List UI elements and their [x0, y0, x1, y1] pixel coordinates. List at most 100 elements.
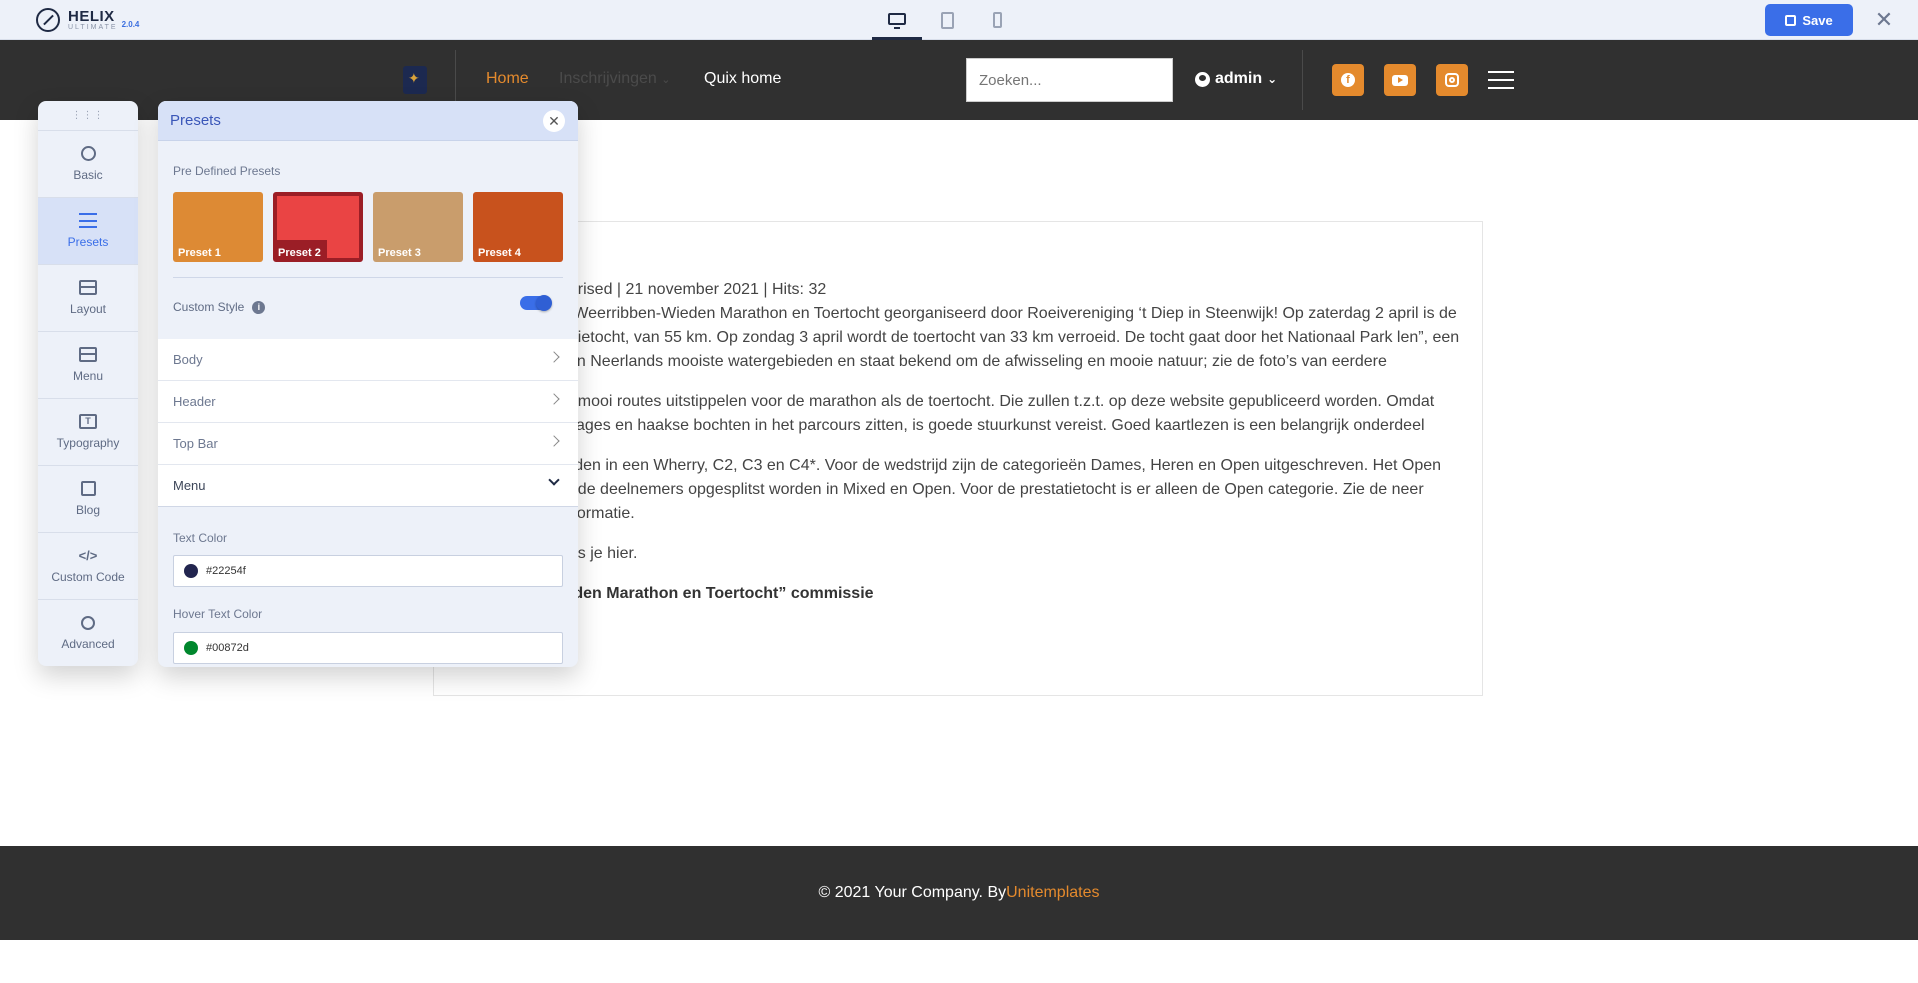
- text-color-field[interactable]: #22254f: [173, 555, 563, 587]
- drag-handle-icon[interactable]: ⋮⋮⋮: [38, 101, 138, 131]
- sidebar-item-advanced[interactable]: Advanced: [38, 600, 138, 666]
- youtube-icon: [1392, 74, 1408, 86]
- accordion-label: Body: [173, 352, 203, 367]
- layout-icon: [79, 280, 97, 295]
- instagram-button[interactable]: [1436, 64, 1468, 96]
- sidebar-item-layout[interactable]: Layout: [38, 265, 138, 332]
- chevron-right-icon: [548, 393, 560, 405]
- save-label: Save: [1802, 12, 1833, 28]
- helix-logo-icon: [36, 8, 60, 32]
- instagram-icon: [1445, 73, 1459, 87]
- preset-1[interactable]: Preset 1: [173, 192, 263, 262]
- preset-label: Preset 4: [478, 247, 521, 259]
- footer-link[interactable]: Unitemplates: [1006, 884, 1099, 902]
- predefined-presets-label: Pre Defined Presets: [173, 164, 281, 178]
- site-footer: © 2021 Your Company. By Unitemplates: [0, 846, 1918, 940]
- helix-subtitle: ULTIMATE: [68, 24, 118, 31]
- article-paragraph: m mooi routes uitstippelen voor de marat…: [560, 393, 1435, 434]
- helix-sidebar: ⋮⋮⋮ Basic Presets Layout Menu T Typograp…: [38, 101, 138, 666]
- accordion-header[interactable]: Header: [158, 381, 578, 423]
- nav-item-inschrijvingen[interactable]: Inschrijvingen ⌄: [559, 70, 671, 88]
- panel-title: Presets: [170, 112, 221, 129]
- tablet-icon: [940, 11, 954, 29]
- presets-panel: Presets ✕ Pre Defined Presets Preset 1 P…: [158, 101, 578, 667]
- mobile-view-button[interactable]: [972, 0, 1022, 40]
- sidebar-item-label: Layout: [69, 302, 107, 316]
- phone-icon: [992, 12, 1002, 28]
- article-meta: gorised | 21 november 2021 | Hits: 32: [560, 281, 827, 298]
- sidebar-item-typography[interactable]: T Typography: [38, 399, 138, 466]
- facebook-icon: f: [1341, 73, 1355, 87]
- sidebar-item-label: Blog: [75, 503, 101, 517]
- youtube-button[interactable]: [1384, 64, 1416, 96]
- chevron-down-icon: ⌄: [1267, 72, 1278, 86]
- save-button[interactable]: Save: [1765, 4, 1853, 36]
- sidebar-item-label: Presets: [67, 235, 109, 249]
- article-paragraph: orden in een Wherry, C2, C3 en C4*. Voor…: [560, 457, 1442, 522]
- sidebar-item-label: Custom Code: [51, 570, 125, 584]
- preset-4[interactable]: Preset 4: [473, 192, 563, 262]
- chevron-right-icon: [548, 435, 560, 447]
- hover-text-color-field[interactable]: #00872d: [173, 632, 563, 664]
- article-paragraph: e Weerribben-Wieden Marathon en Toertoch…: [560, 305, 1460, 370]
- accordion-menu[interactable]: Menu: [158, 465, 578, 507]
- search-input[interactable]: [966, 58, 1173, 102]
- hover-text-color-label: Hover Text Color: [173, 607, 263, 621]
- blog-icon: [80, 481, 96, 496]
- helix-toolbar: HELIX ULTIMATE 2.0.4 Save ✕: [0, 0, 1918, 40]
- hamburger-menu-icon[interactable]: [1488, 71, 1514, 89]
- helix-version: 2.0.4: [121, 19, 140, 29]
- helix-logo: HELIX ULTIMATE 2.0.4: [36, 8, 139, 32]
- desktop-view-button[interactable]: [872, 0, 922, 40]
- preset-label: Preset 3: [378, 247, 421, 259]
- desktop-icon: [888, 12, 906, 29]
- sidebar-item-label: Advanced: [61, 637, 115, 651]
- user-menu[interactable]: admin ⌄: [1195, 70, 1277, 88]
- footer-copyright: © 2021 Your Company. By: [818, 884, 1007, 901]
- sidebar-item-label: Menu: [72, 369, 104, 383]
- sidebar-item-label: Typography: [56, 436, 120, 450]
- close-icon[interactable]: ✕: [1872, 8, 1896, 32]
- menu-icon: [79, 347, 97, 362]
- sidebar-item-basic[interactable]: Basic: [38, 131, 138, 198]
- user-name: admin: [1215, 70, 1263, 87]
- nav-item-quix-home[interactable]: Quix home: [704, 70, 781, 88]
- gear-icon: [80, 146, 96, 161]
- chevron-down-icon: ⌄: [661, 74, 671, 86]
- tablet-view-button[interactable]: [922, 0, 972, 40]
- color-swatch[interactable]: [184, 641, 198, 655]
- accordion-label: Header: [173, 394, 216, 409]
- nav-divider: [1302, 50, 1303, 110]
- custom-style-toggle[interactable]: [520, 295, 552, 311]
- code-icon: </>: [78, 548, 98, 563]
- sidebar-item-blog[interactable]: Blog: [38, 466, 138, 533]
- preset-2[interactable]: Preset 2: [273, 192, 363, 262]
- sidebar-item-menu[interactable]: Menu: [38, 332, 138, 399]
- preset-3[interactable]: Preset 3: [373, 192, 463, 262]
- accordion-label: Top Bar: [173, 436, 218, 451]
- nav-item-home[interactable]: Home: [486, 70, 529, 88]
- panel-header: Presets: [158, 101, 578, 141]
- user-icon: [1195, 71, 1210, 87]
- site-logo[interactable]: [403, 66, 427, 94]
- accordion-label: Menu: [173, 478, 206, 493]
- color-swatch[interactable]: [184, 564, 198, 578]
- close-icon[interactable]: ✕: [543, 110, 565, 132]
- custom-style-row: Custom Style i: [173, 300, 266, 314]
- device-switcher: [872, 0, 1022, 40]
- sidebar-item-custom-code[interactable]: </> Custom Code: [38, 533, 138, 600]
- text-color-value: #22254f: [206, 565, 246, 577]
- chevron-right-icon: [548, 351, 560, 363]
- helix-name: HELIX: [68, 8, 115, 25]
- sidebar-item-presets[interactable]: Presets: [38, 198, 138, 265]
- info-icon[interactable]: i: [252, 300, 266, 314]
- sidebar-item-label: Basic: [73, 168, 103, 182]
- facebook-button[interactable]: f: [1332, 64, 1364, 96]
- preset-label: Preset 1: [178, 247, 221, 259]
- accordion-top-bar[interactable]: Top Bar: [158, 423, 578, 465]
- custom-style-label: Custom Style: [173, 300, 245, 314]
- divider: [173, 277, 563, 278]
- preset-label: Preset 2: [278, 247, 321, 259]
- accordion-body[interactable]: Body: [158, 339, 578, 381]
- sliders-icon: [79, 213, 97, 228]
